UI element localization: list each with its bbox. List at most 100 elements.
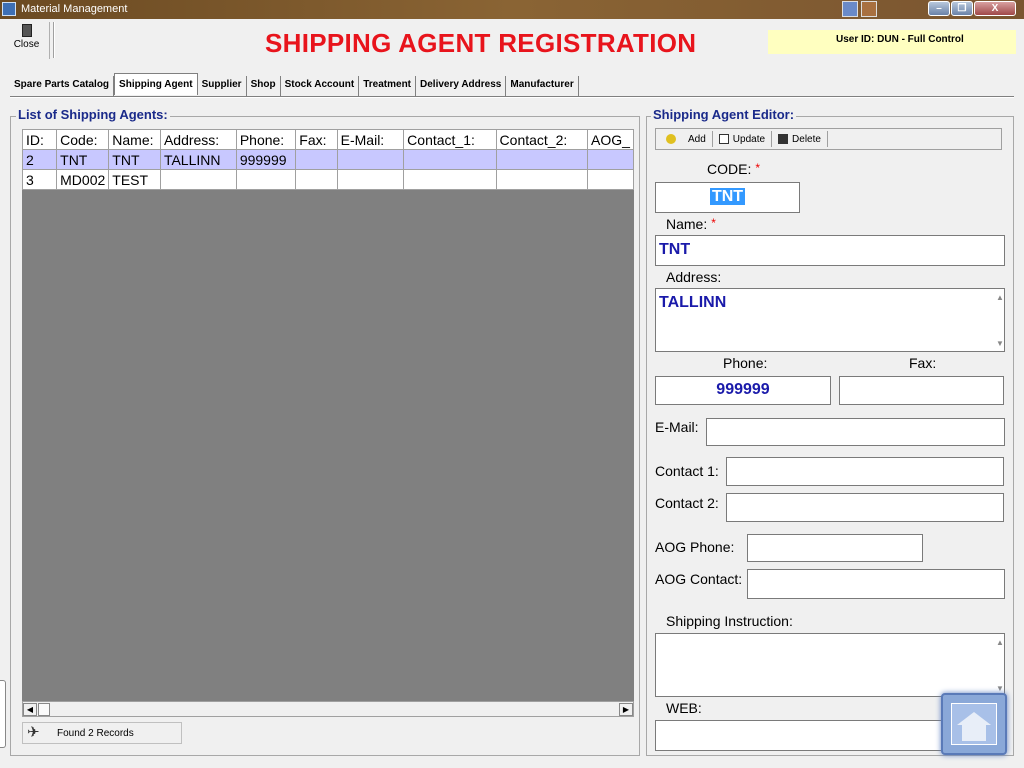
tab-stock-account[interactable]: Stock Account xyxy=(281,76,360,96)
cell-code[interactable]: TNT xyxy=(56,149,110,170)
column-header-contact2[interactable]: Contact_2: xyxy=(495,129,589,150)
cell-fax[interactable] xyxy=(295,149,338,170)
tab-shop[interactable]: Shop xyxy=(247,76,281,96)
cell-contact1[interactable] xyxy=(403,169,497,190)
cell-name[interactable]: TEST xyxy=(108,169,161,190)
update-button-label: Update xyxy=(732,133,766,145)
delete-button[interactable]: Delete xyxy=(772,131,828,147)
cell-contact2[interactable] xyxy=(495,149,589,170)
cell-id[interactable]: 3 xyxy=(22,169,58,190)
shipping-agents-grid[interactable]: ID: Code: Name: Address: Phone: Fax: E-M… xyxy=(22,129,634,701)
window-close-button[interactable]: X xyxy=(974,1,1016,16)
column-header-email[interactable]: E-Mail: xyxy=(336,129,405,150)
column-header-phone[interactable]: Phone: xyxy=(235,129,297,150)
cell-id[interactable]: 2 xyxy=(22,149,58,170)
address-label: Address: xyxy=(666,269,722,285)
toolbar-separator xyxy=(53,22,55,58)
cell-email[interactable] xyxy=(336,149,405,170)
cell-address[interactable] xyxy=(159,169,237,190)
cell-address[interactable]: TALLINN xyxy=(159,149,237,170)
editor-toolbar: Add Update Delete xyxy=(655,128,1002,150)
email-field[interactable] xyxy=(706,418,1005,446)
home-icon xyxy=(957,712,991,725)
update-button[interactable]: Update xyxy=(713,131,773,147)
tab-supplier[interactable]: Supplier xyxy=(198,76,247,96)
required-mark: * xyxy=(711,216,716,230)
airplane-icon: ✈ xyxy=(27,724,40,741)
shipping-instruction-label: Shipping Instruction: xyxy=(666,613,793,629)
window-title-bar: Material Management – ❐ X xyxy=(0,0,1024,19)
tab-manufacturer[interactable]: Manufacturer xyxy=(506,76,579,96)
page-title: SHIPPING AGENT REGISTRATION xyxy=(265,28,697,58)
taskbar-app-icon[interactable] xyxy=(842,1,858,17)
cell-code[interactable]: MD002 xyxy=(56,169,110,190)
contact1-field[interactable] xyxy=(726,457,1004,486)
address-scroll-up[interactable]: ▲ xyxy=(996,293,1004,302)
cell-phone[interactable]: 999999 xyxy=(235,149,297,170)
module-tabs: Spare Parts Catalog Shipping Agent Suppl… xyxy=(10,73,579,96)
web-label: WEB: xyxy=(666,700,702,716)
column-header-name[interactable]: Name: xyxy=(108,129,161,150)
restore-button[interactable]: ❐ xyxy=(951,1,973,16)
code-label: CODE: * xyxy=(707,161,761,177)
update-icon xyxy=(718,134,729,144)
tab-shipping-agent[interactable]: Shipping Agent xyxy=(114,73,198,95)
code-field[interactable]: TNT xyxy=(655,182,800,213)
column-header-id[interactable]: ID: xyxy=(22,129,58,150)
close-button-label: Close xyxy=(13,39,40,50)
address-field[interactable]: TALLINN xyxy=(655,288,1005,352)
tab-delivery-address[interactable]: Delivery Address xyxy=(416,76,507,96)
contact2-label: Contact 2: xyxy=(655,495,719,511)
contact2-field[interactable] xyxy=(726,493,1004,522)
column-header-address[interactable]: Address: xyxy=(159,129,237,150)
table-row[interactable]: 3 MD002 TEST xyxy=(22,169,634,190)
window-title: Material Management xyxy=(21,3,128,15)
name-field[interactable]: TNT xyxy=(655,235,1005,266)
cell-contact2[interactable] xyxy=(495,169,589,190)
instruction-scroll-up[interactable]: ▲ xyxy=(996,638,1004,647)
cell-email[interactable] xyxy=(336,169,405,190)
fax-field[interactable] xyxy=(839,376,1004,405)
taskbar-app-icon-2[interactable] xyxy=(861,1,877,17)
shipping-instruction-field[interactable] xyxy=(655,633,1005,697)
add-button[interactable]: Add xyxy=(656,131,713,147)
user-info: User ID: DUN - Full Control xyxy=(768,30,1016,54)
tab-spare-parts-catalog[interactable]: Spare Parts Catalog xyxy=(10,76,115,96)
editor-group-title: Shipping Agent Editor: xyxy=(651,107,797,122)
phone-label: Phone: xyxy=(723,355,768,371)
cell-fax[interactable] xyxy=(295,169,338,190)
aog-contact-field[interactable] xyxy=(747,569,1005,599)
aog-phone-label: AOG Phone: xyxy=(655,539,735,555)
minimize-button[interactable]: – xyxy=(928,1,950,16)
door-exit-icon xyxy=(21,24,32,37)
scroll-right-arrow[interactable]: ▶ xyxy=(619,703,633,716)
main-toolbar: Close SHIPPING AGENT REGISTRATION User I… xyxy=(0,19,1024,62)
grid-horizontal-scrollbar[interactable]: ◀ ▶ xyxy=(22,701,634,717)
phone-field[interactable]: 999999 xyxy=(655,376,831,405)
add-icon xyxy=(666,134,676,144)
trash-icon xyxy=(778,134,789,144)
tab-treatment[interactable]: Treatment xyxy=(359,76,417,96)
home-nav-button[interactable] xyxy=(941,693,1007,755)
name-label: Name: * xyxy=(666,216,716,232)
column-header-code[interactable]: Code: xyxy=(56,129,110,150)
scroll-thumb[interactable] xyxy=(38,703,50,716)
aog-phone-field[interactable] xyxy=(747,534,923,562)
cell-name[interactable]: TNT xyxy=(108,149,161,170)
list-group-title: List of Shipping Agents: xyxy=(16,107,170,122)
table-row[interactable]: 2 TNT TNT TALLINN 999999 xyxy=(22,149,634,170)
left-edge-tab[interactable] xyxy=(0,680,6,748)
close-button[interactable]: Close xyxy=(4,22,50,59)
app-icon xyxy=(2,2,16,16)
address-scroll-down[interactable]: ▼ xyxy=(996,339,1004,348)
scroll-left-arrow[interactable]: ◀ xyxy=(23,703,37,716)
cell-aog[interactable] xyxy=(587,149,634,170)
cell-contact1[interactable] xyxy=(403,149,497,170)
column-header-contact1[interactable]: Contact_1: xyxy=(403,129,497,150)
cell-aog[interactable] xyxy=(587,169,634,190)
cell-phone[interactable] xyxy=(235,169,297,190)
column-header-fax[interactable]: Fax: xyxy=(295,129,338,150)
instruction-scroll-down[interactable]: ▼ xyxy=(996,684,1004,693)
home-icon-body xyxy=(962,725,986,741)
column-header-aog[interactable]: AOG_ xyxy=(587,129,634,150)
